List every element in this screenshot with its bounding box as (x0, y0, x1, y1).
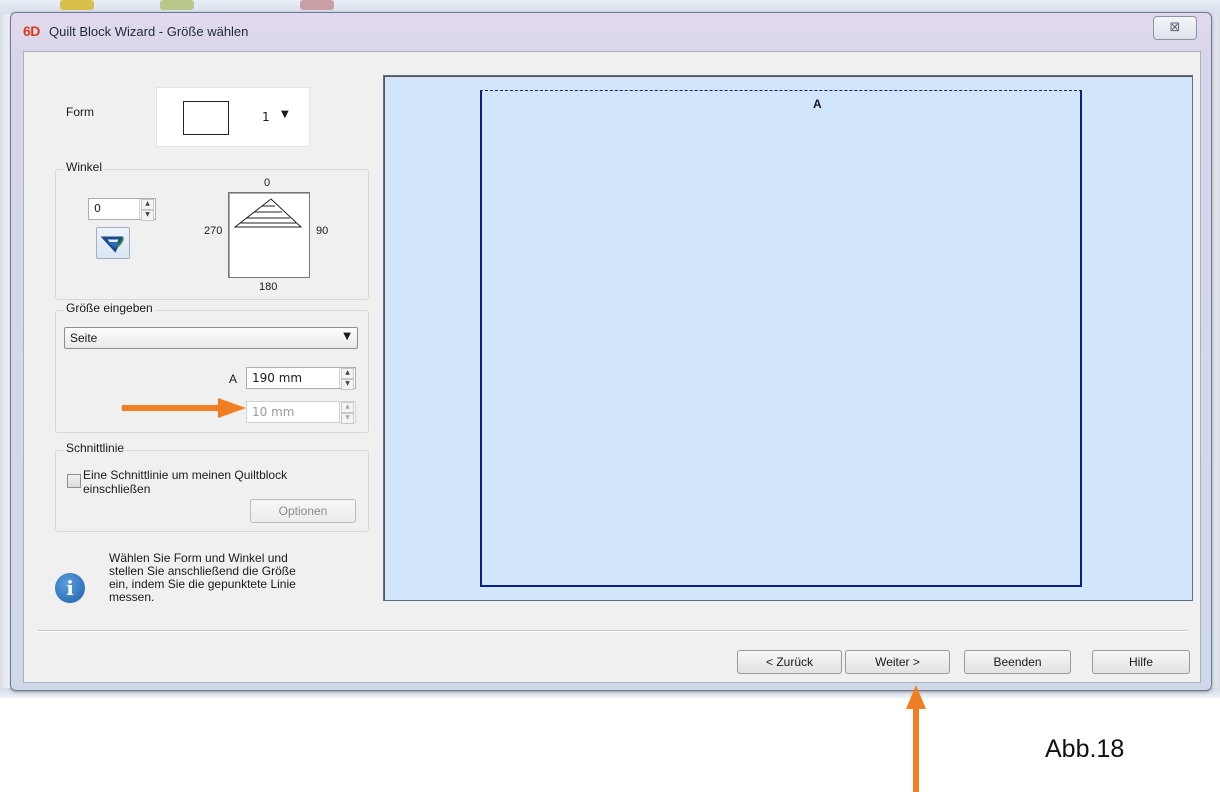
dialog-content: Form 1 ▼ Winkel 0 ▲ ▼ 0 270 90 180 Größe… (23, 51, 1201, 683)
chevron-down-icon: ▼ (281, 109, 289, 120)
info-text: Wählen Sie Form und Winkel und stellen S… (109, 551, 296, 604)
edge-a-label: A (812, 97, 823, 111)
size-b-spinbox[interactable]: 10 mm ▲ ▼ (246, 401, 356, 424)
size-a-spinbox[interactable]: 190 mm ▲ ▼ (246, 367, 356, 390)
spin-down-icon[interactable]: ▼ (341, 413, 354, 424)
size-a-value: 190 mm (252, 371, 303, 385)
field-a-label: A (229, 372, 238, 386)
close-button[interactable]: ⊠ (1153, 16, 1197, 40)
size-group-title: Größe eingeben (64, 301, 155, 315)
form-label: Form (66, 105, 94, 119)
background-app-edge (0, 14, 8, 694)
shape-dropdown[interactable]: 1 ▼ (156, 87, 310, 147)
info-icon: i (55, 573, 85, 603)
finish-button[interactable]: Beenden (964, 650, 1071, 674)
background-app-icon (160, 0, 194, 10)
title-bar[interactable]: 6D Quilt Block Wizard - Größe wählen ⊠ (11, 13, 1211, 51)
angle-preview (228, 192, 310, 278)
cutline-checkbox-label-cont: einschließen (83, 482, 151, 496)
close-icon: ⊠ (1169, 20, 1181, 35)
angle-dial-bottom-label: 180 (259, 281, 278, 293)
background-app-icon (60, 0, 94, 10)
angle-group-title: Winkel (64, 160, 105, 174)
triangle-orientation-icon (233, 198, 303, 228)
size-b-value: 10 mm (252, 405, 295, 419)
shape-value: 1 (262, 110, 270, 124)
footer-separator (38, 630, 1188, 632)
angle-value: 0 (94, 202, 101, 215)
background-app-icon (300, 0, 334, 10)
spin-up-icon[interactable]: ▲ (341, 402, 354, 413)
block-preview-canvas[interactable]: A (383, 75, 1193, 601)
back-button[interactable]: < Zurück (737, 650, 842, 674)
spin-buttons[interactable]: ▲ ▼ (339, 368, 355, 390)
cutline-checkbox-label: Eine Schnittlinie um meinen Quiltblock (83, 468, 288, 482)
cutline-checkbox[interactable] (67, 474, 81, 488)
rotate-triangle-icon (100, 236, 124, 253)
rotate-angle-button[interactable] (96, 227, 130, 259)
spin-up-icon[interactable]: ▲ (141, 199, 154, 210)
square-shape-icon (183, 101, 229, 135)
app-logo-icon: 6D (23, 23, 40, 39)
spin-down-icon[interactable]: ▼ (341, 379, 354, 390)
angle-dial-right-label: 90 (316, 225, 329, 237)
spin-down-icon[interactable]: ▼ (141, 210, 154, 221)
size-mode-value: Seite (70, 331, 98, 345)
cutline-group-title: Schnittlinie (64, 441, 127, 455)
next-button[interactable]: Weiter > (845, 650, 950, 674)
quilt-block-wizard-dialog: 6D Quilt Block Wizard - Größe wählen ⊠ F… (10, 12, 1212, 691)
figure-label: Abb.18 (1045, 735, 1125, 763)
spin-buttons[interactable]: ▲ ▼ (139, 199, 155, 221)
quilt-block-outline: A (480, 90, 1082, 587)
size-mode-select[interactable]: Seite ▼ (64, 327, 358, 349)
annotation-arrow-right-icon (122, 398, 246, 418)
spin-up-icon[interactable]: ▲ (341, 368, 354, 379)
options-button[interactable]: Optionen (250, 499, 356, 523)
chevron-down-icon: ▼ (343, 331, 351, 342)
angle-spinbox[interactable]: 0 ▲ ▼ (88, 198, 156, 221)
annotation-arrow-up-icon (906, 685, 926, 792)
window-title: Quilt Block Wizard - Größe wählen (49, 24, 249, 39)
spin-buttons[interactable]: ▲ ▼ (339, 402, 355, 424)
angle-dial-left-label: 270 (204, 225, 223, 237)
angle-dial-top-label: 0 (264, 177, 271, 189)
help-button[interactable]: Hilfe (1092, 650, 1190, 674)
